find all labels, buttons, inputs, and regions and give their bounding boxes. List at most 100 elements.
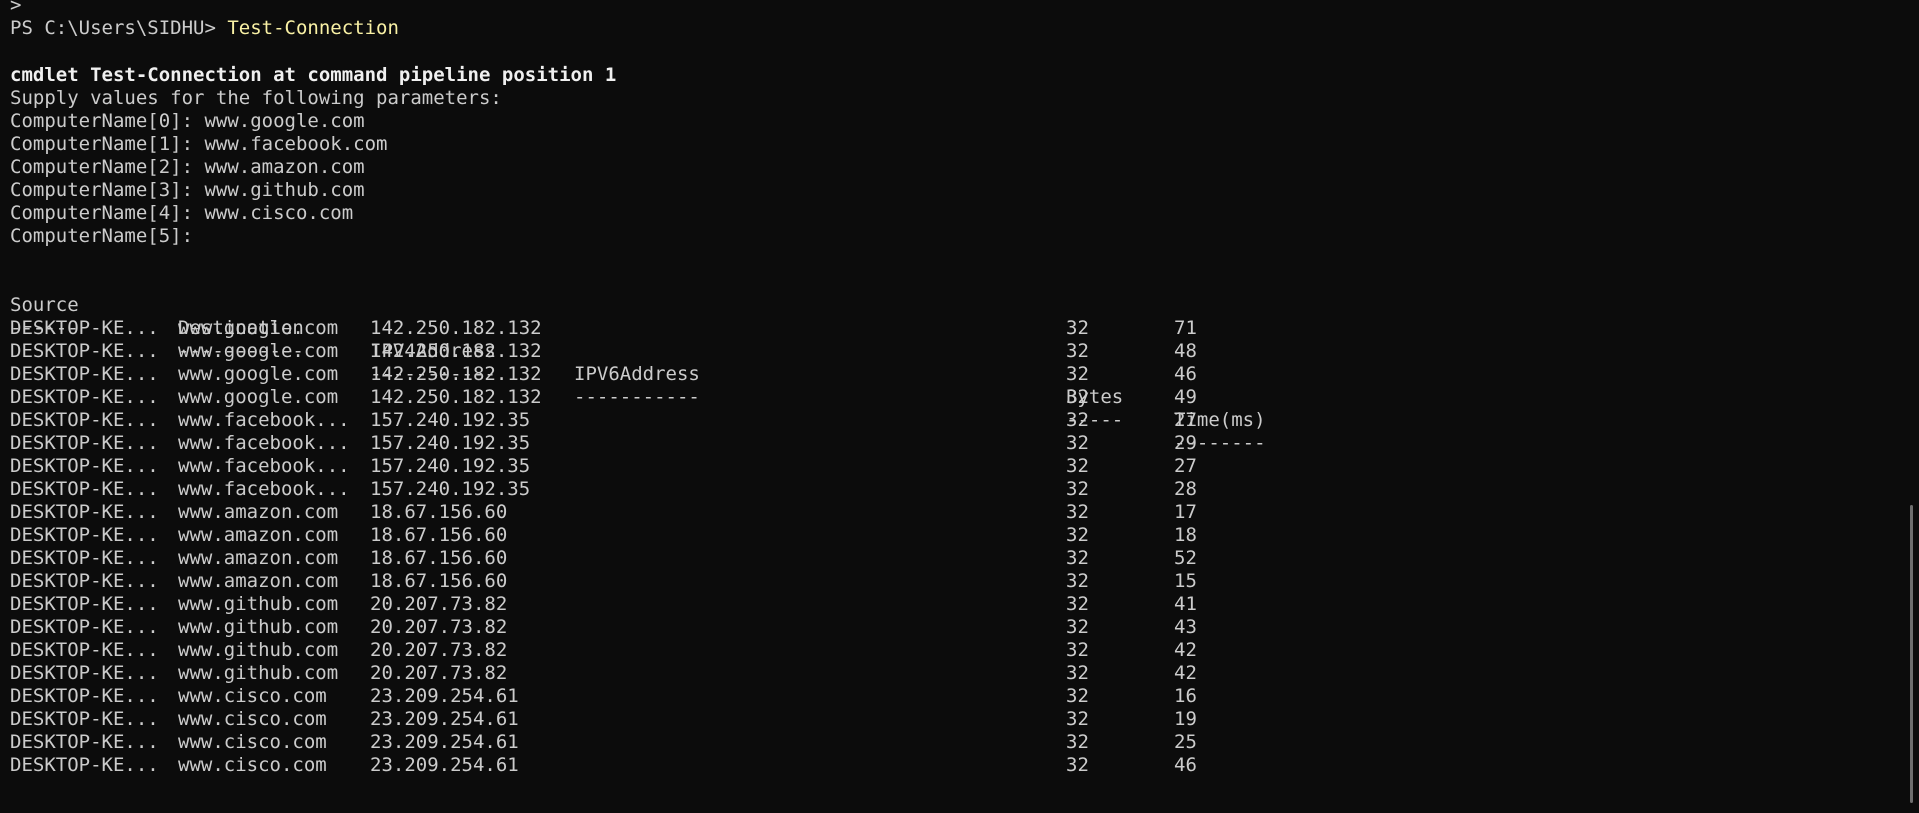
cell-ipv4: 157.240.192.35 — [370, 432, 531, 454]
cell-source: DESKTOP-KE... — [10, 478, 159, 500]
cell-destination: www.facebook... — [178, 455, 350, 477]
parameter-value: www.amazon.com — [204, 156, 365, 178]
cell-source: DESKTOP-KE... — [10, 662, 159, 684]
cell-time: 43 — [1174, 616, 1197, 638]
cell-time: 29 — [1174, 432, 1197, 454]
cell-source: DESKTOP-KE... — [10, 616, 159, 638]
supply-message: Supply values for the following paramete… — [10, 87, 502, 109]
cell-source: DESKTOP-KE... — [10, 386, 159, 408]
cell-destination: www.cisco.com — [178, 754, 327, 776]
cell-time: 46 — [1174, 754, 1197, 776]
table-row: DESKTOP-KE... www.github.com 20.207.73.82 3… — [10, 639, 1310, 662]
cell-destination: www.amazon.com — [178, 547, 339, 569]
cell-destination: www.github.com — [178, 616, 339, 638]
cell-time: 49 — [1174, 386, 1197, 408]
cell-ipv4: 18.67.156.60 — [370, 524, 508, 546]
cell-source: DESKTOP-KE... — [10, 455, 159, 477]
table-row: DESKTOP-KE... www.amazon.com 18.67.156.60 3… — [10, 524, 1310, 547]
cell-destination: www.google.com — [178, 363, 339, 385]
cell-bytes: 32 — [1066, 409, 1089, 431]
cell-source: DESKTOP-KE... — [10, 731, 159, 753]
cell-time: 16 — [1174, 685, 1197, 707]
cell-bytes: 32 — [1066, 501, 1089, 523]
cell-bytes: 32 — [1066, 317, 1089, 339]
table-row: DESKTOP-KE... www.facebook... 157.240.192.… — [10, 409, 1310, 432]
cell-bytes: 32 — [1066, 432, 1089, 454]
cell-source: DESKTOP-KE... — [10, 754, 159, 776]
cell-ipv4: 142.250.182.132 — [370, 386, 542, 408]
cell-ipv4: 157.240.192.35 — [370, 409, 531, 431]
parameter-line: ComputerName[4]: www.cisco.com — [10, 202, 353, 225]
cell-source: DESKTOP-KE... — [10, 547, 159, 569]
cell-source: DESKTOP-KE... — [10, 317, 159, 339]
cell-destination: www.cisco.com — [178, 731, 327, 753]
table-header-underline: ------ ----------- ----------- ---------… — [10, 294, 1310, 454]
cell-bytes: 32 — [1066, 639, 1089, 661]
parameter-line: ComputerName[3]: www.github.com — [10, 179, 365, 202]
cell-destination: www.cisco.com — [178, 708, 327, 730]
cell-time: 18 — [1174, 524, 1197, 546]
cell-ipv4: 23.209.254.61 — [370, 731, 519, 753]
parameter-label: ComputerName[5]: — [10, 225, 194, 247]
cell-destination: www.google.com — [178, 317, 339, 339]
cell-bytes: 32 — [1066, 386, 1089, 408]
parameter-value: www.cisco.com — [204, 202, 354, 224]
table-row: DESKTOP-KE... www.cisco.com 23.209.254.61 3… — [10, 754, 1310, 777]
cell-bytes: 32 — [1066, 547, 1089, 569]
cell-time: 42 — [1174, 639, 1197, 661]
cell-ipv4: 18.67.156.60 — [370, 570, 508, 592]
table-row: DESKTOP-KE... www.amazon.com 18.67.156.60 3… — [10, 501, 1310, 524]
cell-bytes: 32 — [1066, 478, 1089, 500]
terminal-window[interactable]: > PS C:\Users\SIDHU> Test-Connection cmd… — [0, 0, 1919, 813]
table-row: DESKTOP-KE... www.google.com 142.250.182.1… — [10, 340, 1310, 363]
cell-time: 28 — [1174, 478, 1197, 500]
cell-time: 27 — [1174, 409, 1197, 431]
cell-destination: www.cisco.com — [178, 685, 327, 707]
table-header-row: Source Destination IPV4Address IPV6Addre… — [10, 271, 1310, 431]
cell-destination: www.github.com — [178, 593, 339, 615]
cell-destination: www.facebook... — [178, 432, 350, 454]
cell-source: DESKTOP-KE... — [10, 639, 159, 661]
cell-ipv4: 157.240.192.35 — [370, 478, 531, 500]
cell-bytes: 32 — [1066, 524, 1089, 546]
cell-source: DESKTOP-KE... — [10, 409, 159, 431]
cell-ipv4: 18.67.156.60 — [370, 501, 508, 523]
cell-ipv4: 157.240.192.35 — [370, 455, 531, 477]
parameter-line: ComputerName[1]: www.facebook.com — [10, 133, 388, 156]
cell-bytes: 32 — [1066, 708, 1089, 730]
cmdlet-message: cmdlet Test-Connection at command pipeli… — [10, 64, 617, 86]
cell-bytes: 32 — [1066, 363, 1089, 385]
parameter-value: www.facebook.com — [204, 133, 388, 155]
vertical-scrollbar[interactable] — [1910, 505, 1913, 803]
table-row: DESKTOP-KE... www.github.com 20.207.73.82 3… — [10, 662, 1310, 685]
cell-ipv4: 20.207.73.82 — [370, 616, 508, 638]
cell-ipv4: 142.250.182.132 — [370, 363, 542, 385]
parameter-line: ComputerName[5]: — [10, 225, 193, 248]
cell-ipv4: 142.250.182.132 — [370, 340, 542, 362]
cell-source: DESKTOP-KE... — [10, 524, 159, 546]
cell-ipv4: 23.209.254.61 — [370, 685, 519, 707]
cell-ipv4: 23.209.254.61 — [370, 754, 519, 776]
parameter-label: ComputerName[4]: — [10, 202, 205, 224]
cell-source: DESKTOP-KE... — [10, 363, 159, 385]
table-row: DESKTOP-KE... www.cisco.com 23.209.254.61 3… — [10, 731, 1310, 754]
cell-destination: www.amazon.com — [178, 524, 339, 546]
cell-destination: www.google.com — [178, 386, 339, 408]
table-row: DESKTOP-KE... www.github.com 20.207.73.82 3… — [10, 593, 1310, 616]
cell-ipv4: 20.207.73.82 — [370, 662, 508, 684]
cell-time: 19 — [1174, 708, 1197, 730]
cell-bytes: 32 — [1066, 570, 1089, 592]
cell-destination: www.facebook... — [178, 409, 350, 431]
cell-bytes: 32 — [1066, 593, 1089, 615]
cell-destination: www.google.com — [178, 340, 339, 362]
parameter-label: ComputerName[1]: — [10, 133, 205, 155]
cell-time: 46 — [1174, 363, 1197, 385]
cell-source: DESKTOP-KE... — [10, 501, 159, 523]
table-row: DESKTOP-KE... www.amazon.com 18.67.156.60 3… — [10, 547, 1310, 570]
table-row: DESKTOP-KE... www.facebook... 157.240.192.… — [10, 455, 1310, 478]
prompt-line: PS C:\Users\SIDHU> Test-Connection — [10, 17, 399, 40]
parameter-value: www.github.com — [204, 179, 365, 201]
table-row: DESKTOP-KE... www.google.com 142.250.182.1… — [10, 386, 1310, 409]
cell-time: 48 — [1174, 340, 1197, 362]
cell-source: DESKTOP-KE... — [10, 340, 159, 362]
